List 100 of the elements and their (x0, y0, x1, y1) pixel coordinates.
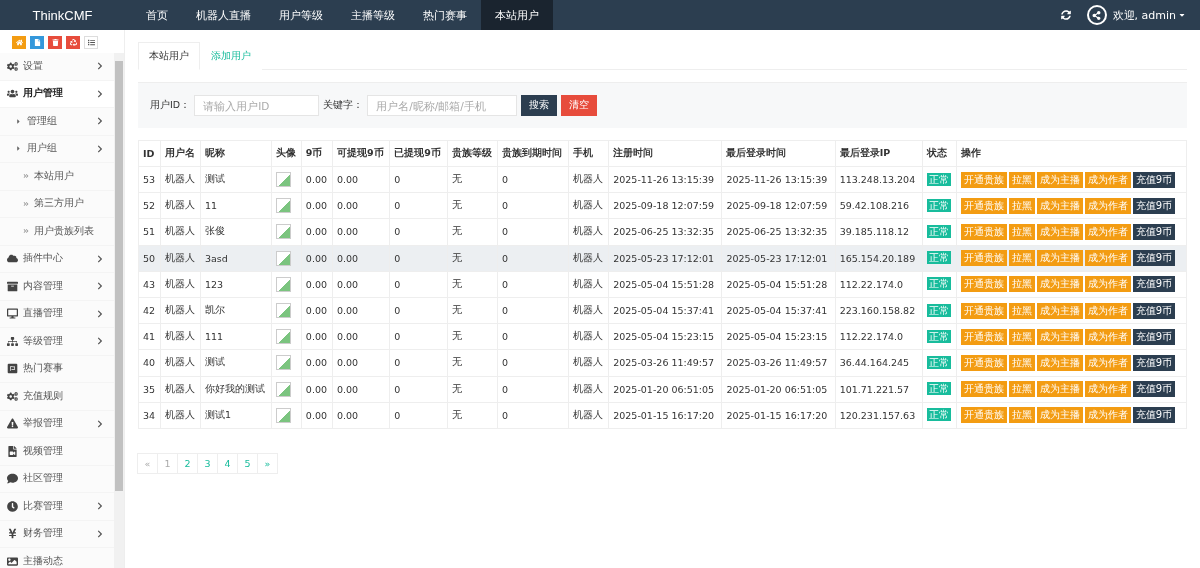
action-button[interactable]: 成为主播 (1036, 250, 1083, 267)
sidebar-item[interactable]: 热门赛事 (0, 355, 114, 383)
list-icon[interactable] (84, 36, 98, 49)
action-button[interactable]: 成为作者 (1084, 302, 1131, 319)
action-button[interactable]: 成为作者 (1084, 250, 1131, 267)
sidebar-item[interactable]: 财务管理 (0, 520, 114, 548)
page-link[interactable]: 4 (217, 452, 238, 474)
action-button[interactable]: 拉黑 (1008, 302, 1035, 319)
action-button[interactable]: 充值9币 (1132, 381, 1176, 398)
sidebar-item[interactable]: 主播动态 (0, 548, 114, 568)
page-link[interactable]: 2 (177, 452, 198, 474)
action-button[interactable]: 开通贵族 (960, 223, 1007, 240)
tab[interactable]: 本站用户 (138, 42, 200, 70)
action-button[interactable]: 拉黑 (1008, 354, 1035, 371)
action-button[interactable]: 充值9币 (1132, 354, 1176, 371)
table-cell: 0.00 (332, 166, 390, 193)
nav-tab[interactable]: 首页 (132, 0, 182, 30)
action-button[interactable]: 开通贵族 (960, 328, 1007, 345)
action-button[interactable]: 充值9币 (1132, 223, 1176, 240)
scrollbar[interactable] (114, 53, 124, 568)
action-button[interactable]: 成为作者 (1084, 223, 1131, 240)
sidebar-item[interactable]: 等级管理 (0, 328, 114, 356)
action-button[interactable]: 充值9币 (1132, 250, 1176, 267)
action-button[interactable]: 成为主播 (1036, 276, 1083, 293)
sidebar-item[interactable]: 比赛管理 (0, 493, 114, 521)
action-button[interactable]: 成为主播 (1036, 407, 1083, 424)
status-badge: 正常 (926, 224, 951, 238)
caret-icon (15, 117, 22, 125)
action-button[interactable]: 拉黑 (1008, 328, 1035, 345)
action-button[interactable]: 开通贵族 (960, 197, 1007, 214)
action-button[interactable]: 开通贵族 (960, 302, 1007, 319)
nav-tab[interactable]: 用户等级 (265, 0, 337, 30)
sidebar-item[interactable]: 用户组 (0, 135, 114, 163)
action-button[interactable]: 成为主播 (1036, 328, 1083, 345)
action-button[interactable]: 拉黑 (1008, 223, 1035, 240)
action-button[interactable]: 成为主播 (1036, 302, 1083, 319)
action-button[interactable]: 充值9币 (1132, 197, 1176, 214)
action-button[interactable]: 成为主播 (1036, 171, 1083, 188)
action-button[interactable]: 成为主播 (1036, 354, 1083, 371)
sidebar-item[interactable]: 第三方用户 (0, 190, 114, 218)
action-button[interactable]: 开通贵族 (960, 250, 1007, 267)
keyword-field[interactable]: 用户名/昵称/邮箱/手机 (367, 95, 518, 116)
avatar-icon[interactable] (1086, 5, 1107, 25)
nav-tab[interactable]: 热门赛事 (409, 0, 481, 30)
recycle-icon[interactable] (66, 36, 80, 49)
sidebar-item[interactable]: 举报管理 (0, 410, 114, 438)
brand-logo[interactable]: ThinkCMF (0, 7, 125, 23)
user-id-field[interactable]: 请输入用户ID (194, 95, 320, 116)
column-header: 最后登录IP (835, 140, 923, 167)
sidebar-item[interactable]: 用户贵族列表 (0, 218, 114, 246)
action-button[interactable]: 成为主播 (1036, 223, 1083, 240)
page-link[interactable]: » (257, 452, 278, 474)
page-link[interactable]: 5 (237, 452, 258, 474)
action-button[interactable]: 拉黑 (1008, 197, 1035, 214)
action-button[interactable]: 拉黑 (1008, 407, 1035, 424)
action-button[interactable]: 开通贵族 (960, 354, 1007, 371)
home-icon[interactable] (12, 36, 26, 49)
action-button[interactable]: 充值9币 (1132, 328, 1176, 345)
search-button[interactable]: 搜索 (521, 95, 558, 116)
action-button[interactable]: 成为主播 (1036, 381, 1083, 398)
action-button[interactable]: 充值9币 (1132, 276, 1176, 293)
action-button[interactable]: 充值9币 (1132, 302, 1176, 319)
action-button[interactable]: 成为作者 (1084, 276, 1131, 293)
action-button[interactable]: 拉黑 (1008, 171, 1035, 188)
action-button[interactable]: 成为作者 (1084, 328, 1131, 345)
action-button[interactable]: 成为作者 (1084, 354, 1131, 371)
sidebar-item[interactable]: 本站用户 (0, 163, 114, 191)
status-badge: 正常 (926, 408, 951, 422)
action-button[interactable]: 成为主播 (1036, 197, 1083, 214)
action-button[interactable]: 充值9币 (1132, 171, 1176, 188)
action-button[interactable]: 开通贵族 (960, 381, 1007, 398)
page-link[interactable]: 3 (197, 452, 218, 474)
sidebar-item[interactable]: 内容管理 (0, 273, 114, 301)
action-button[interactable]: 成为作者 (1084, 171, 1131, 188)
action-button[interactable]: 成为作者 (1084, 407, 1131, 424)
sidebar-item[interactable]: 插件中心 (0, 245, 114, 273)
action-button[interactable]: 开通贵族 (960, 276, 1007, 293)
sidebar-item[interactable]: 充值规则 (0, 383, 114, 411)
refresh-icon[interactable] (1060, 10, 1071, 20)
sidebar-item[interactable]: 设置 (0, 53, 114, 81)
file-icon[interactable] (30, 36, 44, 49)
user-menu[interactable]: 欢迎, admin (1112, 7, 1186, 23)
trash-icon[interactable] (48, 36, 62, 49)
action-button[interactable]: 成为作者 (1084, 197, 1131, 214)
table-cell: 0.00 (301, 192, 333, 219)
sidebar-item[interactable]: 直播管理 (0, 300, 114, 328)
nav-tab[interactable]: 本站用户 (481, 0, 553, 30)
action-button[interactable]: 拉黑 (1008, 250, 1035, 267)
action-button[interactable]: 充值9币 (1132, 407, 1176, 424)
nav-tab[interactable]: 机器人直播 (182, 0, 265, 30)
action-button[interactable]: 开通贵族 (960, 407, 1007, 424)
action-button[interactable]: 开通贵族 (960, 171, 1007, 188)
nav-tab[interactable]: 主播等级 (337, 0, 409, 30)
action-button[interactable]: 拉黑 (1008, 381, 1035, 398)
sidebar-item[interactable]: 管理组 (0, 108, 114, 136)
sidebar-item[interactable]: 视频管理 (0, 438, 114, 466)
clear-button[interactable]: 清空 (561, 95, 598, 116)
action-button[interactable]: 拉黑 (1008, 276, 1035, 293)
action-button[interactable]: 成为作者 (1084, 381, 1131, 398)
sidebar-item[interactable]: 社区管理 (0, 465, 114, 493)
